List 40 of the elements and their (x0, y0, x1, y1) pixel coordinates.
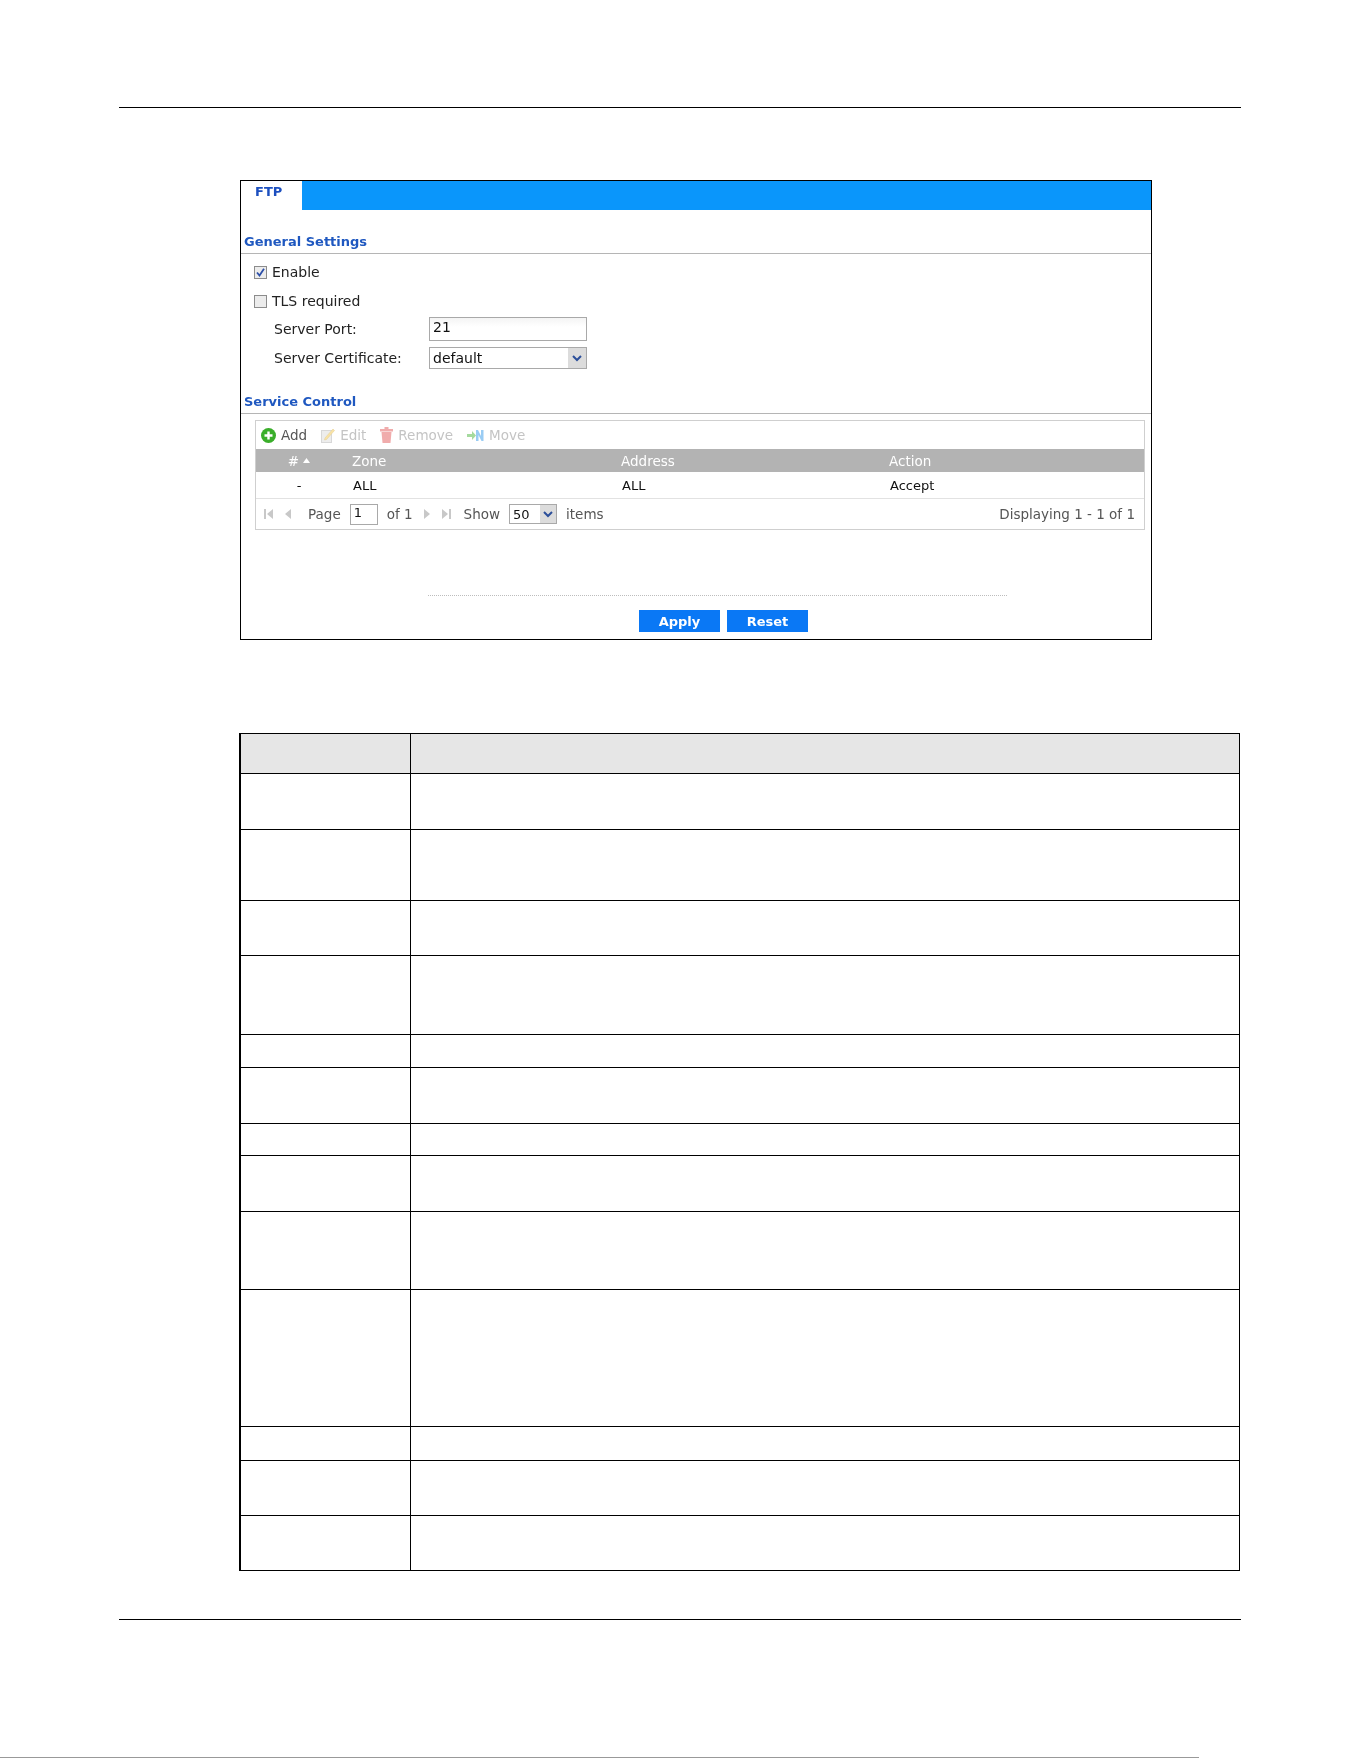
pager-summary: Displaying 1 - 1 of 1 (999, 506, 1135, 522)
pager-label: Show (463, 506, 501, 522)
column-header[interactable]: Action (879, 449, 1144, 472)
table-cell-text: - (295, 476, 303, 495)
checkbox-label: TLS required (272, 292, 361, 310)
checkbox[interactable] (254, 265, 267, 279)
column-header[interactable]: Address (611, 449, 879, 472)
table-cell-text: ALL (621, 476, 647, 495)
field-label: Server Port: (274, 321, 358, 337)
pager-label: of 1 (386, 506, 413, 522)
previous-page-icon[interactable] (283, 508, 293, 520)
checkbox-label: Enable (272, 263, 320, 281)
input-field[interactable]: 21 (429, 317, 587, 341)
dropdown-field[interactable]: default (429, 347, 587, 369)
section-title: Service Control (244, 394, 357, 410)
caret-icon (568, 348, 586, 368)
checkbox[interactable] (254, 294, 267, 308)
first-page-icon[interactable] (264, 508, 274, 520)
table-cell-text: ALL (352, 476, 378, 495)
page-field[interactable]: 1 (349, 503, 378, 525)
pencil-note-icon (321, 427, 336, 443)
section-title: General Settings (244, 234, 368, 250)
dropdown-field[interactable]: 50 (509, 504, 558, 524)
pager-label: items (566, 506, 604, 522)
action-button[interactable]: Reset (727, 610, 808, 632)
toolbar-button[interactable]: Add (261, 427, 308, 443)
pager-label: Page (308, 506, 341, 522)
sort-up-icon (303, 458, 311, 463)
column-header[interactable]: Zone (342, 449, 611, 472)
trash-icon (380, 427, 394, 443)
next-page-icon[interactable] (421, 508, 432, 520)
plus-circle-icon (261, 427, 276, 443)
tab[interactable]: FTP (241, 181, 302, 210)
move-arrows-icon (467, 428, 485, 442)
column-header[interactable]: # (256, 449, 342, 472)
field-label: Server Certificate: (274, 350, 403, 366)
table-cell-text: Accept (889, 476, 936, 495)
action-button[interactable]: Apply (639, 610, 720, 632)
last-page-icon[interactable] (440, 508, 451, 520)
caret-icon (540, 505, 557, 523)
